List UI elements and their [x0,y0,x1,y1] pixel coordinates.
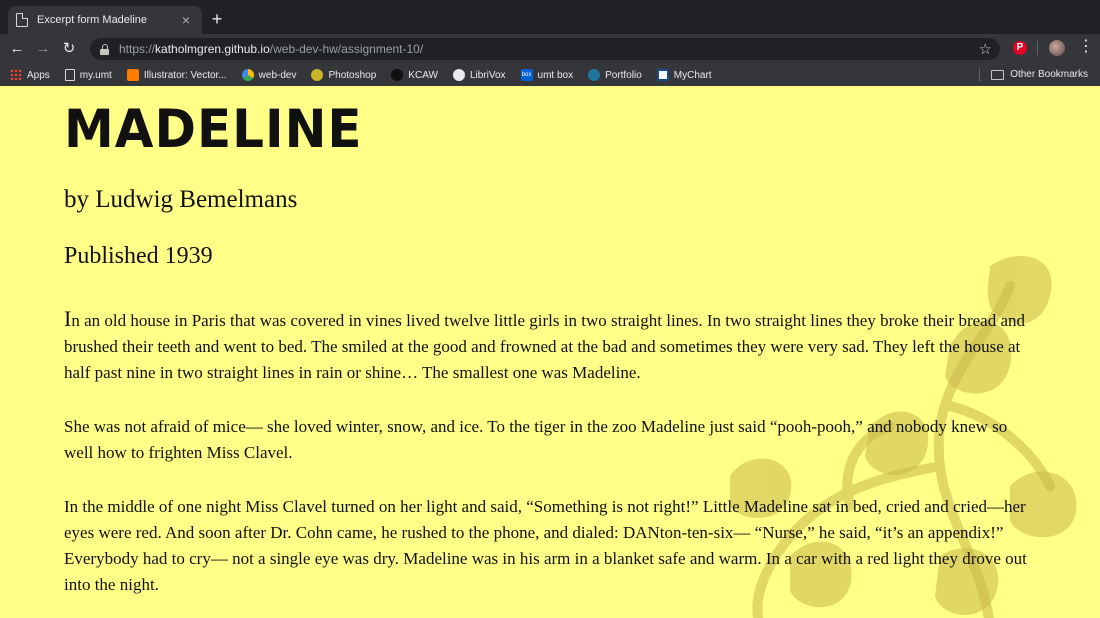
published-heading: Published 1939 [64,243,213,269]
lock-icon[interactable] [100,43,109,55]
paragraph-3: In the middle of one night Miss Clavel t… [64,497,1027,594]
bookmark-my-umt[interactable]: my.umt [64,69,112,81]
librivox-icon [452,69,465,81]
mychart-icon [656,69,669,81]
author-heading: by Ludwig Bemelmans [64,186,298,213]
document-icon [64,69,75,81]
bookmarks-divider [979,68,980,82]
apps-icon [10,69,22,81]
reload-icon[interactable]: ↻ [56,36,82,62]
bookmark-kcaw[interactable]: KCAW [391,69,438,81]
kcaw-icon [391,69,404,81]
paragraph-2: She was not afraid of mice— she loved wi… [64,417,1008,462]
box-icon: box [520,69,533,81]
page-icon [16,13,28,27]
forward-icon[interactable]: → [30,36,56,62]
bookmark-umt-box[interactable]: box umt box [520,69,573,81]
bookmark-illustrator[interactable]: Illustrator: Vector... [126,69,227,81]
bookmark-star-icon[interactable]: ☆ [979,40,992,58]
page-body: MADELINE by Ludwig Bemelmans Published 1… [0,86,1100,618]
page-title: MADELINE [64,98,363,160]
address-bar[interactable]: https://katholmgren.github.io/web-dev-hw… [90,38,1000,60]
wordpress-icon [588,69,601,81]
new-tab-icon[interactable]: + [207,10,227,30]
toolbar-divider [1037,41,1038,55]
close-tab-icon[interactable]: × [178,12,194,28]
bookmark-mychart[interactable]: MyChart [656,69,712,81]
bookmarks-bar: Apps my.umt Illustrator: Vector... web-d… [0,64,1100,86]
browser-toolbar: ← → ↻ https://katholmgren.github.io/web-… [0,34,1100,64]
paragraph-1: In an old house in Paris that was covere… [64,306,1026,382]
bookmark-apps[interactable]: Apps [10,69,50,81]
bookmark-photoshop[interactable]: Photoshop [311,69,376,81]
bookmark-portfolio[interactable]: Portfolio [588,69,642,81]
back-icon[interactable]: ← [4,36,30,62]
url-text[interactable]: https://katholmgren.github.io/web-dev-hw… [119,42,423,56]
illustrator-icon [126,69,139,81]
tab-strip: Excerpt form Madeline × + [0,0,1100,34]
photoshop-icon [311,69,324,81]
more-menu-icon[interactable]: ⋮ [1078,38,1094,56]
other-bookmarks[interactable]: Other Bookmarks [991,69,1088,80]
bookmark-librivox[interactable]: LibriVox [452,69,506,81]
pinterest-icon[interactable]: P [1013,41,1027,55]
tab-title: Excerpt form Madeline [37,14,148,26]
drive-icon [241,69,254,81]
profile-avatar-icon[interactable] [1049,40,1065,56]
folder-icon [991,69,1005,80]
bookmark-web-dev[interactable]: web-dev [241,69,296,81]
browser-tab[interactable]: Excerpt form Madeline × [8,6,202,34]
